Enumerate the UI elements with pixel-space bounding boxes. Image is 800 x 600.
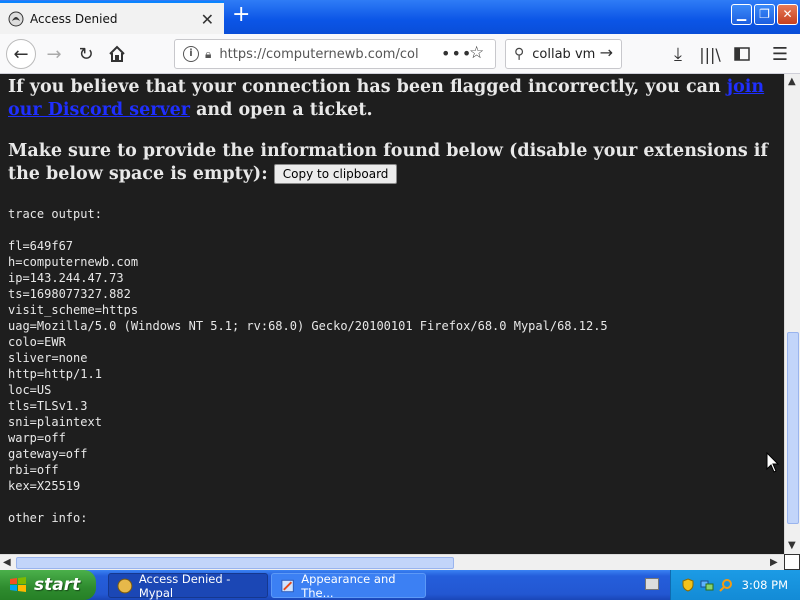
- horizontal-scroll-thumb[interactable]: [16, 557, 454, 569]
- vertical-scrollbar[interactable]: ▲ ▼: [784, 74, 800, 554]
- restore-button[interactable]: ❐: [754, 4, 775, 25]
- trace-line: uag=Mozilla/5.0 (Windows NT 5.1; rv:68.0…: [8, 319, 608, 333]
- close-window-button[interactable]: ✕: [777, 4, 798, 25]
- trace-line: sni=plaintext: [8, 415, 102, 429]
- discord-paragraph: If you believe that your connection has …: [8, 76, 778, 122]
- mypal-logo-icon: [117, 578, 133, 593]
- taskbar-item-appearance[interactable]: Appearance and The...: [271, 571, 426, 600]
- trace-line: [8, 494, 608, 510]
- downloads-button[interactable]: ⤓: [664, 40, 692, 68]
- reload-button[interactable]: ↻: [72, 40, 100, 68]
- system-tray: 3:08 PM: [670, 570, 800, 600]
- reload-icon: ↻: [78, 43, 94, 65]
- horizontal-scrollbar[interactable]: ◀ ▶: [0, 554, 784, 570]
- download-icon: ⤓: [674, 43, 682, 65]
- search-go-icon[interactable]: →: [600, 43, 613, 62]
- tab-access-denied[interactable]: Access Denied ✕: [0, 1, 224, 34]
- taskbar-item-label: Access Denied - Mypal: [138, 571, 231, 600]
- info-icon[interactable]: i: [183, 46, 199, 62]
- arrow-left-icon: ←: [13, 43, 29, 65]
- forward-button[interactable]: →: [40, 40, 68, 68]
- library-icon: |||\: [699, 44, 721, 64]
- search-bar[interactable]: ⚲ collab vm →: [505, 39, 622, 69]
- scroll-left-icon[interactable]: ◀: [3, 557, 11, 568]
- mouse-cursor-icon: [766, 452, 780, 473]
- navigation-toolbar: ← → ↻ i 🔒︎ https://computernewb.com/col …: [0, 34, 800, 74]
- start-button[interactable]: start: [0, 570, 96, 600]
- network-icon[interactable]: [700, 578, 714, 592]
- trace-line: gateway=off: [8, 447, 88, 461]
- trace-line: colo=EWR: [8, 335, 66, 349]
- sidebar-button[interactable]: [728, 40, 756, 68]
- vertical-scroll-thumb[interactable]: [787, 332, 799, 524]
- control-panel-icon: [281, 579, 294, 592]
- trace-output: trace output: fl=649f67 h=computernewb.co…: [8, 206, 608, 526]
- tab-close-icon[interactable]: ✕: [201, 10, 214, 29]
- url-bar[interactable]: i 🔒︎ https://computernewb.com/col ••• ☆: [174, 39, 496, 69]
- taskbar: start Access Denied - Mypal Appearance a…: [0, 570, 800, 600]
- trace-line: ts=1698077327.882: [8, 287, 131, 301]
- trace-line: loc=US: [8, 383, 52, 397]
- scroll-up-icon[interactable]: ▲: [788, 76, 796, 87]
- search-input[interactable]: collab vm: [532, 47, 595, 62]
- menu-button[interactable]: ☰: [766, 40, 794, 68]
- new-tab-button[interactable]: +: [232, 4, 250, 26]
- taskbar-item-mypal[interactable]: Access Denied - Mypal: [108, 571, 268, 600]
- search-icon: ⚲: [514, 46, 525, 62]
- trace-line: rbi=off: [8, 463, 59, 477]
- trace-line: tls=TLSv1.3: [8, 399, 88, 413]
- mypal-logo-icon: [8, 11, 24, 26]
- trace-line: fl=649f67: [8, 239, 74, 253]
- url-text[interactable]: https://computernewb.com/col: [219, 47, 424, 62]
- instructions-paragraph: Make sure to provide the information fou…: [8, 140, 778, 186]
- trace-line: sliver=none: [8, 351, 88, 365]
- keyboard-icon[interactable]: [645, 578, 659, 590]
- trace-line: ip=143.244.47.73: [8, 271, 124, 285]
- taskbar-item-label: Appearance and The...: [301, 571, 396, 600]
- clock: 3:08 PM: [741, 578, 788, 592]
- start-label: start: [34, 575, 81, 595]
- trace-line: warp=off: [8, 431, 66, 445]
- para1-text-before: If you believe that your connection has …: [8, 77, 727, 97]
- trace-line: http=http/1.1: [8, 367, 102, 381]
- windows-flag-icon: [10, 577, 26, 592]
- lock-icon: 🔒︎: [205, 46, 212, 61]
- home-icon: [109, 45, 125, 62]
- sidebar-icon: [734, 47, 750, 61]
- tab-title: Access Denied: [30, 11, 118, 26]
- trace-line: kex=X25519: [8, 479, 81, 493]
- scroll-right-icon[interactable]: ▶: [770, 557, 778, 568]
- para1-text-after: and open a ticket.: [190, 100, 373, 120]
- copy-to-clipboard-button[interactable]: Copy to clipboard: [273, 164, 398, 184]
- security-shield-icon[interactable]: [681, 578, 695, 592]
- scroll-corner: [784, 554, 800, 570]
- back-button[interactable]: ←: [6, 39, 36, 69]
- home-button[interactable]: [103, 40, 131, 68]
- trace-line: [8, 222, 608, 238]
- page-content: If you believe that your connection has …: [0, 74, 784, 554]
- bookmark-star-icon[interactable]: ☆: [469, 43, 484, 63]
- trace-line: h=computernewb.com: [8, 255, 139, 269]
- trace-line: visit_scheme=https: [8, 303, 139, 317]
- title-bar: Access Denied ✕ + ▁ ❐ ✕: [0, 0, 800, 34]
- hamburger-icon: ☰: [771, 43, 789, 65]
- trace-line: trace output:: [8, 207, 102, 221]
- minimize-button[interactable]: ▁: [731, 4, 752, 25]
- scroll-down-icon[interactable]: ▼: [788, 540, 796, 551]
- trace-line: other info:: [8, 511, 88, 525]
- search-tray-icon[interactable]: [719, 578, 733, 592]
- library-button[interactable]: |||\: [696, 40, 724, 68]
- page-actions-icon[interactable]: •••: [441, 44, 472, 63]
- arrow-right-icon: →: [46, 43, 62, 65]
